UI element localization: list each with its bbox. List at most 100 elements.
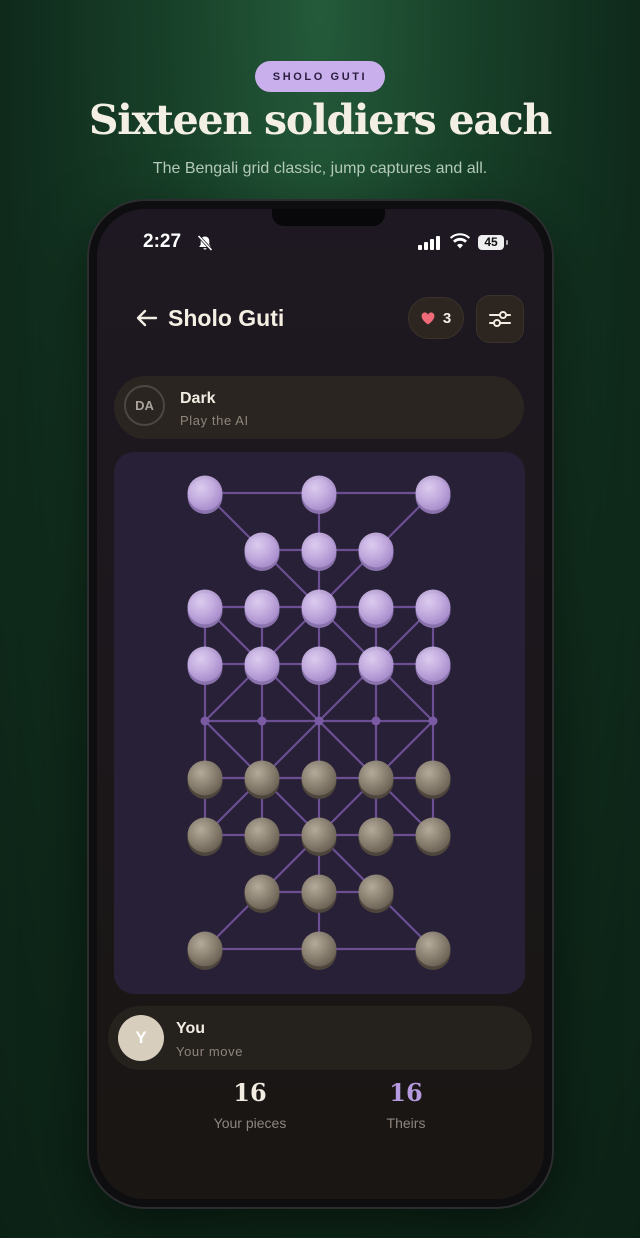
player-piece[interactable] — [244, 817, 280, 857]
heart-icon — [421, 311, 435, 324]
phone-frame: 2:27 45 Sholo Guti 3 DA Dark Play the AI… — [89, 201, 552, 1207]
piece-body — [301, 589, 337, 625]
battery-icon: 45 — [478, 235, 504, 250]
piece-body — [415, 760, 451, 796]
player-piece[interactable] — [244, 760, 280, 800]
settings-button[interactable] — [476, 295, 524, 343]
piece-body — [244, 589, 280, 625]
board-svg[interactable] — [114, 452, 525, 994]
your-pieces-count: 16 — [233, 1078, 267, 1107]
piece-body — [301, 646, 337, 682]
piece-body — [187, 817, 223, 853]
player-piece[interactable] — [415, 931, 451, 971]
player-name: You — [176, 1020, 206, 1037]
piece-body — [301, 817, 337, 853]
promo-subline: The Bengali grid classic, jump captures … — [152, 160, 488, 177]
piece-body — [244, 646, 280, 682]
piece-body — [301, 475, 337, 511]
player-piece[interactable] — [358, 760, 394, 800]
back-arrow-icon[interactable] — [135, 308, 159, 328]
opponent-piece[interactable] — [415, 589, 451, 629]
their-pieces-label: Theirs — [386, 1115, 426, 1131]
opponent-piece[interactable] — [358, 532, 394, 572]
piece-body — [358, 874, 394, 910]
app-screen: 2:27 45 Sholo Guti 3 DA Dark Play the AI… — [97, 209, 544, 1199]
player-piece[interactable] — [187, 931, 223, 971]
opponent-piece[interactable] — [415, 475, 451, 515]
piece-body — [358, 532, 394, 568]
player-piece[interactable] — [244, 874, 280, 914]
opponent-piece[interactable] — [358, 646, 394, 686]
empty-point[interactable] — [428, 716, 438, 726]
empty-point[interactable] — [314, 716, 324, 726]
piece-body — [244, 760, 280, 796]
player-card: Y You Your move — [108, 1006, 532, 1070]
their-pieces-count: 16 — [389, 1078, 423, 1107]
player-piece[interactable] — [358, 874, 394, 914]
bell-off-icon — [197, 234, 213, 252]
piece-body — [415, 931, 451, 967]
empty-point[interactable] — [257, 716, 267, 726]
game-tag: SHOLO GUTI — [255, 61, 385, 92]
piece-body — [301, 532, 337, 568]
piece-body — [187, 646, 223, 682]
opponent-piece[interactable] — [301, 475, 337, 515]
player-piece[interactable] — [415, 817, 451, 857]
piece-body — [415, 646, 451, 682]
avatar: Y — [118, 1015, 164, 1061]
piece-body — [187, 589, 223, 625]
opponent-piece[interactable] — [301, 532, 337, 572]
piece-body — [187, 760, 223, 796]
piece-body — [358, 817, 394, 853]
camera-notch — [272, 209, 385, 226]
opponent-piece[interactable] — [358, 589, 394, 629]
piece-body — [301, 760, 337, 796]
opponent-name: Dark — [180, 390, 216, 407]
status-time: 2:27 — [143, 231, 182, 252]
piece-body — [244, 874, 280, 910]
opponent-piece[interactable] — [415, 646, 451, 686]
opponent-piece[interactable] — [244, 589, 280, 629]
player-piece[interactable] — [301, 874, 337, 914]
piece-body — [187, 475, 223, 511]
wifi-icon — [450, 233, 470, 249]
piece-body — [415, 475, 451, 511]
piece-body — [415, 589, 451, 625]
opponent-piece[interactable] — [187, 589, 223, 629]
piece-body — [301, 931, 337, 967]
piece-body — [301, 874, 337, 910]
battery-tip — [506, 240, 508, 245]
avatar: DA — [124, 385, 165, 426]
player-piece[interactable] — [301, 817, 337, 857]
player-piece[interactable] — [301, 931, 337, 971]
piece-body — [358, 646, 394, 682]
player-piece[interactable] — [358, 817, 394, 857]
likes-button[interactable]: 3 — [408, 297, 464, 339]
likes-count: 3 — [442, 309, 452, 327]
piece-body — [415, 817, 451, 853]
empty-point[interactable] — [200, 716, 210, 726]
opponent-status: Play the AI — [180, 413, 249, 428]
piece-body — [244, 532, 280, 568]
opponent-piece[interactable] — [244, 646, 280, 686]
opponent-piece[interactable] — [301, 589, 337, 629]
player-status: Your move — [176, 1044, 244, 1059]
sliders-icon — [489, 311, 511, 327]
opponent-piece[interactable] — [187, 475, 223, 515]
player-piece[interactable] — [187, 817, 223, 857]
opponent-piece[interactable] — [244, 532, 280, 572]
piece-body — [187, 931, 223, 967]
player-piece[interactable] — [415, 760, 451, 800]
player-piece[interactable] — [301, 760, 337, 800]
empty-point[interactable] — [371, 716, 381, 726]
your-pieces-label: Your pieces — [213, 1115, 287, 1131]
page-title: Sholo Guti — [168, 305, 285, 331]
piece-body — [244, 817, 280, 853]
game-board[interactable] — [114, 452, 525, 994]
opponent-piece[interactable] — [301, 646, 337, 686]
piece-body — [358, 760, 394, 796]
player-piece[interactable] — [187, 760, 223, 800]
opponent-card: DA Dark Play the AI — [114, 376, 524, 439]
promo-headline: Sixteen soldiers each — [88, 96, 553, 144]
opponent-piece[interactable] — [187, 646, 223, 686]
